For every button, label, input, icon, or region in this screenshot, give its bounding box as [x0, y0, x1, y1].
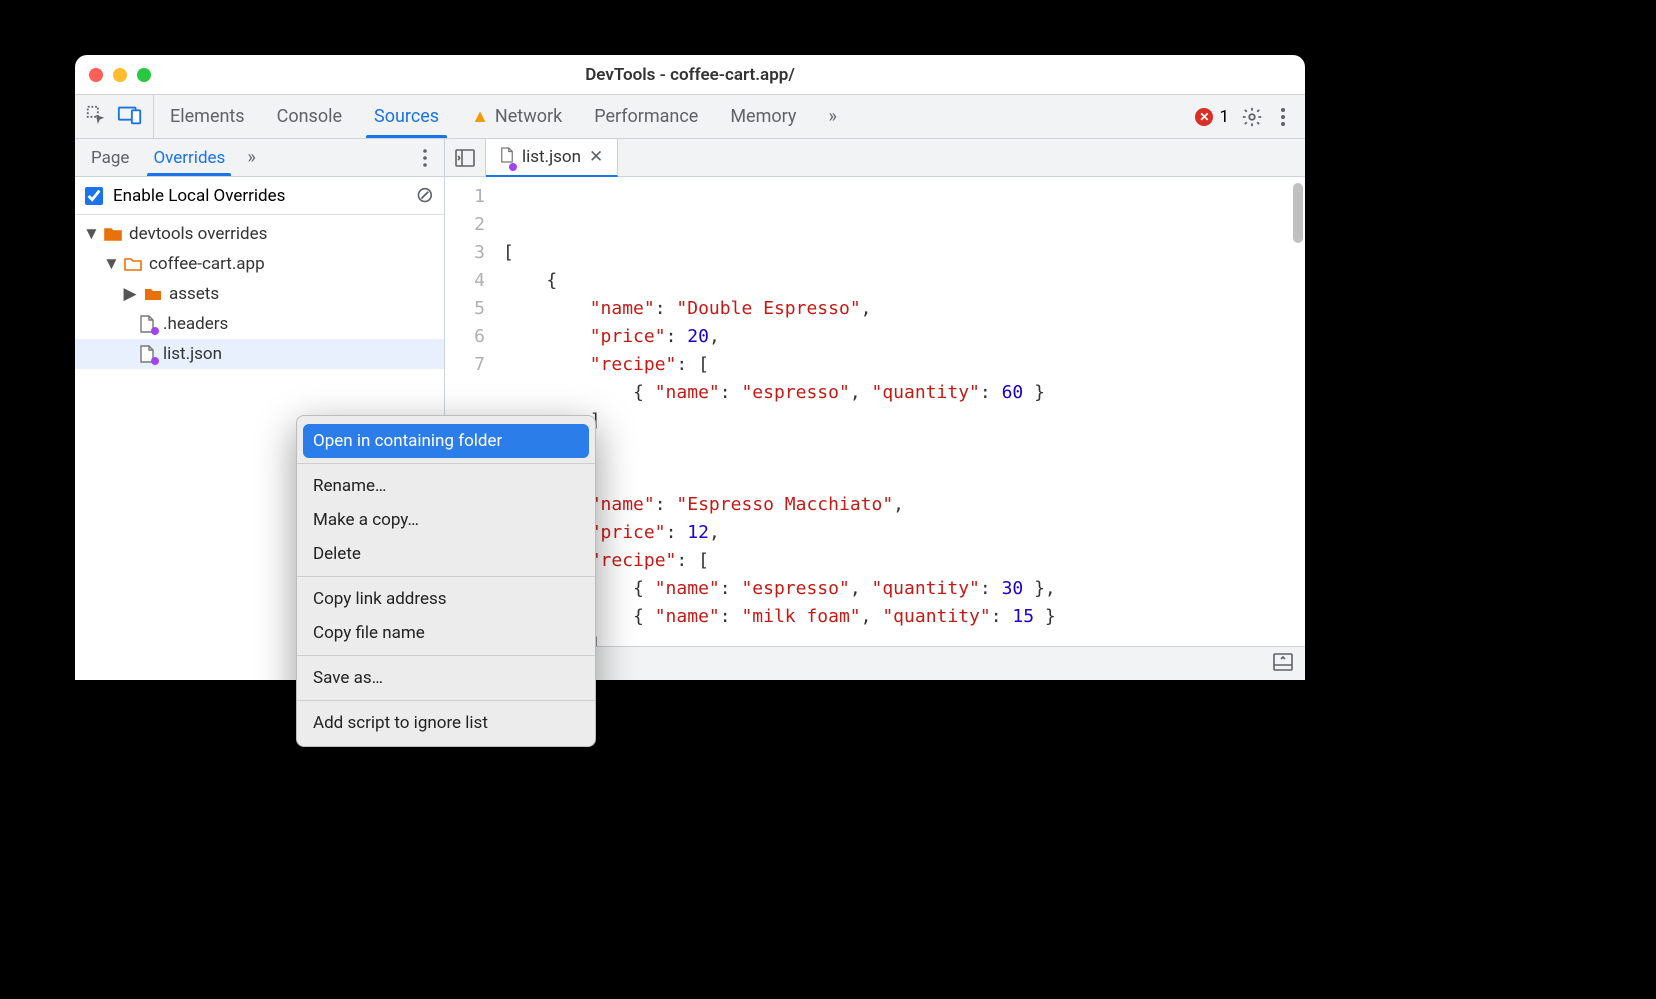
- sidebar-kebab-icon[interactable]: [406, 139, 444, 176]
- tab-elements[interactable]: Elements: [154, 95, 261, 138]
- tree-assets-folder[interactable]: ▶ assets: [75, 279, 444, 309]
- ctx-add-ignore[interactable]: Add script to ignore list: [297, 706, 595, 740]
- tab-console[interactable]: Console: [261, 95, 358, 138]
- tab-sources[interactable]: Sources: [358, 95, 455, 138]
- toggle-navigator-icon[interactable]: [445, 139, 486, 176]
- editor-file-tab[interactable]: list.json ✕: [486, 139, 618, 177]
- ctx-make-copy[interactable]: Make a copy…: [297, 503, 595, 537]
- close-window-button[interactable]: [89, 68, 103, 82]
- file-icon: [137, 345, 157, 363]
- folder-icon: [143, 286, 163, 302]
- settings-icon[interactable]: [1241, 106, 1263, 128]
- devtools-window: DevTools - coffee-cart.app/ Elements Con…: [75, 55, 1305, 680]
- tree-domain-folder[interactable]: ▼ coffee-cart.app: [75, 249, 444, 279]
- ctx-rename[interactable]: Rename…: [297, 469, 595, 503]
- tree-root-folder[interactable]: ▼ devtools overrides: [75, 219, 444, 249]
- sidebar-tab-page[interactable]: Page: [79, 139, 141, 176]
- enable-overrides-row: Enable Local Overrides ⊘: [75, 177, 444, 215]
- override-dot-icon: [151, 327, 159, 335]
- tab-network[interactable]: ▲ Network: [455, 95, 578, 138]
- ctx-open-containing-folder[interactable]: Open in containing folder: [303, 424, 589, 458]
- clear-overrides-icon[interactable]: ⊘: [416, 183, 434, 208]
- traffic-lights: [89, 68, 151, 82]
- tab-memory[interactable]: Memory: [714, 95, 812, 138]
- tab-performance[interactable]: Performance: [578, 95, 714, 138]
- warning-icon: ▲: [471, 106, 489, 127]
- window-title: DevTools - coffee-cart.app/: [75, 65, 1305, 85]
- device-toggle-icon[interactable]: [117, 104, 143, 130]
- ctx-copy-link[interactable]: Copy link address: [297, 582, 595, 616]
- show-drawer-icon[interactable]: [1273, 653, 1293, 675]
- tree-headers-file[interactable]: .headers: [75, 309, 444, 339]
- override-dot-icon: [151, 357, 159, 365]
- editor-tabbar: list.json ✕: [445, 139, 1305, 177]
- close-tab-icon[interactable]: ✕: [589, 147, 603, 167]
- ctx-delete[interactable]: Delete: [297, 537, 595, 571]
- scrollbar-thumb[interactable]: [1293, 183, 1303, 243]
- code-content[interactable]: [ { "name": "Double Espresso", "price": …: [495, 177, 1305, 646]
- sidebar-more-chevron[interactable]: »: [237, 139, 265, 176]
- more-tabs-chevron[interactable]: »: [812, 95, 852, 138]
- folder-icon: [123, 256, 143, 272]
- titlebar: DevTools - coffee-cart.app/: [75, 55, 1305, 95]
- file-icon: [137, 315, 157, 333]
- context-menu: Open in containing folder Rename… Make a…: [296, 415, 596, 747]
- zoom-window-button[interactable]: [137, 68, 151, 82]
- ctx-copy-filename[interactable]: Copy file name: [297, 616, 595, 650]
- main-area: Page Overrides » Enable Local Overrides …: [75, 139, 1305, 680]
- enable-overrides-label: Enable Local Overrides: [113, 186, 285, 206]
- enable-overrides-checkbox[interactable]: [85, 187, 103, 205]
- folder-icon: [103, 226, 123, 242]
- sidebar-tabs: Page Overrides »: [75, 139, 444, 177]
- tree-listjson-file[interactable]: list.json: [75, 339, 444, 369]
- inspect-icon[interactable]: [85, 104, 107, 130]
- kebab-menu-icon[interactable]: [1275, 106, 1291, 128]
- error-badge[interactable]: ✕ 1: [1195, 107, 1229, 127]
- file-icon: [500, 147, 514, 168]
- error-icon: ✕: [1195, 108, 1213, 126]
- override-dot-icon: [509, 163, 517, 171]
- minimize-window-button[interactable]: [113, 68, 127, 82]
- main-toolbar: Elements Console Sources ▲ Network Perfo…: [75, 95, 1305, 139]
- ctx-save-as[interactable]: Save as…: [297, 661, 595, 695]
- sidebar-tab-overrides[interactable]: Overrides: [141, 139, 237, 176]
